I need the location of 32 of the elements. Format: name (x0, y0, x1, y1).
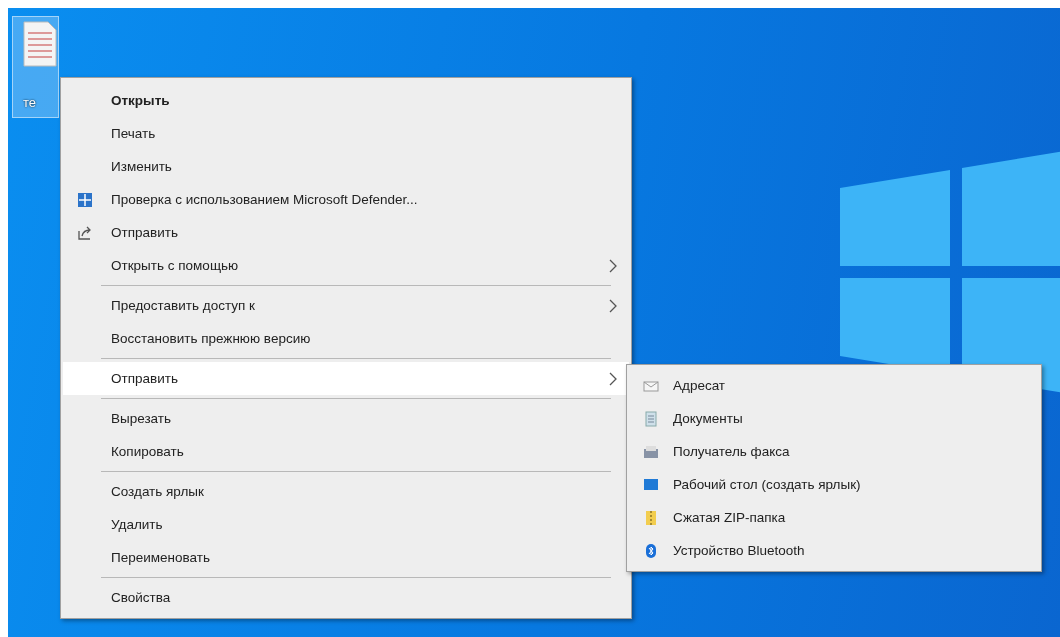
chevron-right-icon (609, 298, 617, 313)
menu-item[interactable]: Получатель факса (629, 435, 1039, 468)
menu-item[interactable]: Копировать (63, 435, 629, 468)
menu-item[interactable]: Отправить (63, 216, 629, 249)
menu-item[interactable]: Изменить (63, 150, 629, 183)
monitor-icon (643, 476, 659, 493)
menu-item[interactable]: Удалить (63, 508, 629, 541)
menu-item[interactable]: Вырезать (63, 402, 629, 435)
menu-item[interactable]: Документы (629, 402, 1039, 435)
menu-item[interactable]: Устройство Bluetooth (629, 534, 1039, 567)
menu-item[interactable]: Отправить (63, 362, 629, 395)
menu-item[interactable]: Адресат (629, 369, 1039, 402)
chevron-right-icon (609, 371, 617, 386)
menu-item[interactable]: Проверка с использованием Microsoft Defender... (63, 183, 629, 216)
menu-item[interactable]: Свойства (63, 581, 629, 614)
menu-item[interactable]: Сжатая ZIP-папка (629, 501, 1039, 534)
bluetooth-icon (643, 542, 659, 559)
menu-item[interactable]: Печать (63, 117, 629, 150)
menu-item[interactable]: Переименовать (63, 541, 629, 574)
menu-item[interactable]: Рабочий стол (создать ярлык) (629, 468, 1039, 501)
fax-icon (643, 443, 659, 460)
document-icon (643, 410, 659, 427)
file-name-label: те (23, 95, 37, 110)
document-icon (23, 21, 57, 67)
share-icon (77, 224, 93, 241)
menu-item[interactable]: Создать ярлык (63, 475, 629, 508)
zip-folder-icon (643, 509, 659, 526)
menu-item[interactable]: Предоставить доступ к (63, 289, 629, 322)
chevron-right-icon (609, 258, 617, 273)
menu-item[interactable]: Восстановить прежнюю версию (63, 322, 629, 355)
menu-item[interactable]: Открыть с помощью (63, 249, 629, 282)
menu-item[interactable]: Открыть (63, 84, 629, 117)
